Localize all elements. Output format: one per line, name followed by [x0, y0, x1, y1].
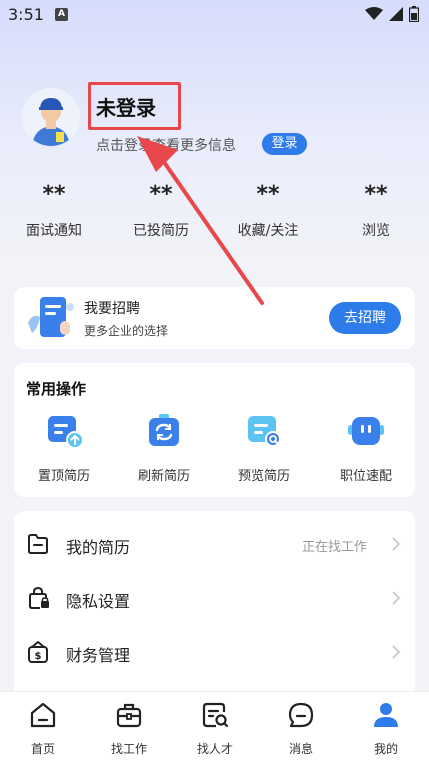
nav-label: 我的	[373, 742, 398, 756]
robot-match-icon	[348, 417, 384, 445]
refresh-resume-icon	[149, 414, 179, 446]
menu-item-privacy[interactable]: 隐私设置	[14, 571, 415, 625]
profile-subtitle[interactable]: 点击登录查看更多信息	[96, 135, 236, 155]
chevron-right-icon	[392, 645, 401, 659]
nav-label: 找人才	[196, 742, 233, 756]
signal-icon	[389, 7, 403, 21]
notification-icon: A	[55, 8, 68, 21]
op-label: 刷新简历	[137, 469, 190, 484]
stat-value: **	[364, 182, 388, 207]
recruit-title: 我要招聘	[84, 301, 140, 317]
menu-item-finance[interactable]: $ 财务管理	[14, 625, 415, 679]
menu-card: 我的简历 正在找工作 隐私设置 $ 财务管理	[14, 511, 415, 711]
nav-messages[interactable]: 消息	[258, 700, 344, 757]
status-time: 3:51	[8, 5, 44, 24]
stat-favorites[interactable]: ** 收藏/关注	[218, 178, 318, 240]
nav-home[interactable]: 首页	[0, 700, 86, 757]
stat-label: 收藏/关注	[237, 223, 299, 239]
stat-value: **	[149, 182, 173, 207]
op-label: 置顶简历	[37, 469, 90, 484]
nav-label: 消息	[288, 742, 313, 756]
status-bar: 3:51 A	[0, 0, 429, 32]
bottom-nav: 首页 找工作 找人才 消息 我的	[0, 691, 429, 764]
recruit-subtitle: 更多企业的选择	[84, 324, 169, 338]
menu-label: 财务管理	[66, 646, 131, 665]
battery-icon	[409, 6, 419, 22]
avatar-illustration	[22, 88, 80, 146]
user-icon	[374, 703, 398, 727]
message-icon	[288, 702, 314, 728]
op-refresh-resume[interactable]: 刷新简历	[124, 411, 204, 484]
briefcase-icon	[116, 703, 142, 728]
menu-item-my-resume[interactable]: 我的简历 正在找工作	[14, 517, 415, 571]
stat-label: 浏览	[362, 223, 390, 239]
stat-value: **	[42, 182, 66, 207]
ops-title: 常用操作	[26, 380, 87, 398]
stats-row: ** 面试通知 ** 已投简历 ** 收藏/关注 ** 浏览	[0, 178, 429, 248]
op-label: 预览简历	[237, 469, 290, 484]
stat-applied[interactable]: ** 已投简历	[111, 178, 211, 240]
recruit-icon	[28, 297, 74, 337]
nav-find-talent[interactable]: 找人才	[172, 700, 258, 757]
op-job-match[interactable]: 职位速配	[326, 411, 406, 484]
common-ops-card: 常用操作 置顶简历 刷新简历 预览简历 职位速配	[14, 363, 415, 497]
menu-label: 我的简历	[66, 538, 131, 557]
status-icons	[365, 6, 419, 22]
avatar[interactable]	[22, 88, 80, 146]
go-recruit-button[interactable]: 去招聘	[329, 302, 401, 334]
stat-value: **	[256, 182, 280, 207]
op-pin-resume[interactable]: 置顶简历	[24, 411, 104, 484]
nav-mine[interactable]: 我的	[343, 700, 429, 757]
stat-label: 面试通知	[26, 223, 82, 239]
pin-resume-icon	[48, 416, 84, 449]
op-label: 职位速配	[339, 469, 392, 484]
chevron-right-icon	[392, 591, 401, 605]
nav-label: 找工作	[110, 742, 147, 756]
stat-views[interactable]: ** 浏览	[326, 178, 426, 240]
chevron-right-icon	[392, 537, 401, 551]
login-button[interactable]: 登录	[262, 133, 307, 155]
wallet-icon: $	[28, 641, 48, 663]
wifi-icon	[365, 7, 383, 20]
svg-text:$: $	[35, 651, 42, 662]
home-icon	[30, 702, 56, 728]
lock-icon	[29, 586, 49, 609]
folder-icon	[28, 534, 48, 554]
preview-resume-icon	[248, 416, 281, 447]
recruit-card[interactable]: 我要招聘 更多企业的选择 去招聘	[14, 287, 415, 349]
menu-value: 正在找工作	[301, 540, 367, 555]
menu-label: 隐私设置	[66, 592, 131, 611]
nav-label: 首页	[30, 742, 55, 756]
op-preview-resume[interactable]: 预览简历	[224, 411, 304, 484]
talent-search-icon	[202, 702, 229, 728]
annotation-highlight-box	[88, 82, 181, 130]
stat-interview[interactable]: ** 面试通知	[4, 178, 104, 240]
stat-label: 已投简历	[133, 223, 189, 239]
nav-find-job[interactable]: 找工作	[86, 700, 172, 757]
